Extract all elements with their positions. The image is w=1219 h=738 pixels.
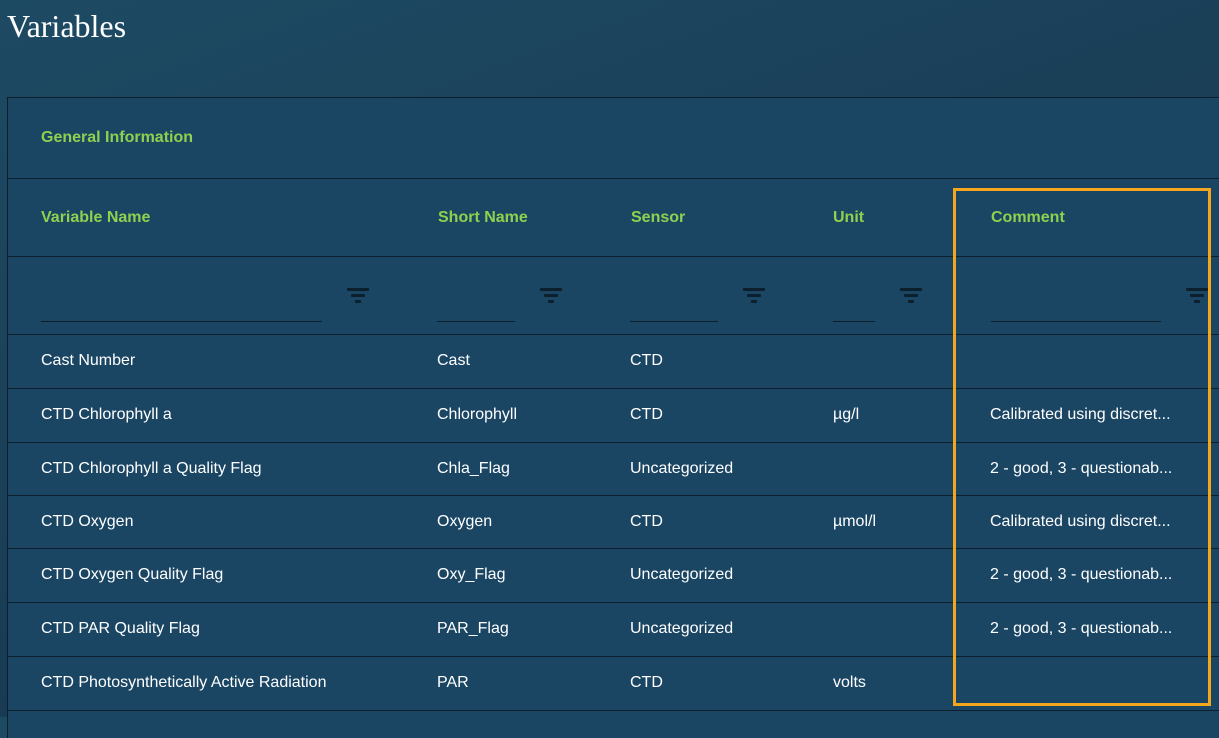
table-row[interactable]: CTD Oxygen Oxygen CTD µmol/l Calibrated … — [8, 496, 1219, 549]
cell-short-name: Oxy_Flag — [437, 566, 506, 583]
cell-variable-name: CTD Oxygen — [41, 513, 134, 530]
page-title: Variables — [7, 8, 127, 44]
cell-comment: 2 - good, 3 - questionab... — [990, 460, 1173, 477]
cell-short-name: Chlorophyll — [437, 406, 518, 423]
variables-table: General Information Variable Name Short … — [7, 97, 1219, 738]
table-row[interactable]: CTD Oxygen Quality Flag Oxy_Flag Uncateg… — [8, 549, 1219, 603]
cell-comment: Calibrated using discret... — [990, 406, 1171, 423]
cell-comment: 2 - good, 3 - questionab... — [990, 566, 1173, 583]
filter-icon[interactable] — [743, 288, 765, 304]
cell-sensor: CTD — [630, 406, 663, 423]
column-header-variable-name[interactable]: Variable Name — [41, 209, 150, 227]
short-name-filter-input[interactable] — [437, 293, 515, 322]
filter-icon[interactable] — [900, 288, 922, 304]
unit-filter-input[interactable] — [833, 293, 875, 322]
table-row[interactable]: CTD PAR Quality Flag PAR_Flag Uncategori… — [8, 603, 1219, 657]
cell-comment: 2 - good, 3 - questionab... — [990, 620, 1173, 637]
column-header-row: Variable Name Short Name Sensor Unit Com… — [8, 179, 1219, 257]
table-row[interactable]: CTD Chlorophyll a Chlorophyll CTD µg/l C… — [8, 389, 1219, 443]
filter-row — [8, 257, 1219, 335]
cell-sensor: CTD — [630, 674, 663, 691]
cell-unit: µg/l — [833, 406, 860, 423]
cell-short-name: Chla_Flag — [437, 460, 510, 477]
cell-unit: volts — [833, 674, 866, 691]
comment-filter-input[interactable] — [991, 293, 1161, 322]
section-header-row: General Information — [8, 98, 1219, 179]
cell-unit: µmol/l — [833, 513, 876, 530]
filter-icon[interactable] — [347, 288, 369, 304]
cell-variable-name: CTD Chlorophyll a Quality Flag — [41, 460, 262, 477]
cell-variable-name: CTD PAR Quality Flag — [41, 620, 200, 637]
cell-sensor: Uncategorized — [630, 620, 734, 637]
section-label: General Information — [41, 129, 194, 146]
column-header-unit[interactable]: Unit — [833, 209, 864, 227]
column-header-short-name[interactable]: Short Name — [438, 209, 528, 227]
cell-sensor: CTD — [630, 352, 663, 369]
cell-sensor: Uncategorized — [630, 566, 734, 583]
cell-short-name: Cast — [437, 352, 470, 369]
filter-icon[interactable] — [540, 288, 562, 304]
table-row[interactable]: CTD Photosynthetically Active Radiation … — [8, 657, 1219, 711]
cell-variable-name: CTD Oxygen Quality Flag — [41, 566, 224, 583]
cell-short-name: Oxygen — [437, 513, 493, 530]
cell-short-name: PAR — [437, 674, 469, 691]
cell-sensor: CTD — [630, 513, 663, 530]
cell-variable-name: Cast Number — [41, 352, 136, 369]
table-row[interactable]: CTD Chlorophyll a Quality Flag Chla_Flag… — [8, 443, 1219, 496]
table-row[interactable]: Cast Number Cast CTD — [8, 335, 1219, 389]
variable-name-filter-input[interactable] — [41, 293, 322, 322]
sensor-filter-input[interactable] — [630, 293, 718, 322]
cell-comment: Calibrated using discret... — [990, 513, 1171, 530]
cell-variable-name: CTD Chlorophyll a — [41, 406, 172, 423]
filter-icon[interactable] — [1186, 288, 1208, 304]
column-header-sensor[interactable]: Sensor — [631, 209, 685, 227]
cell-short-name: PAR_Flag — [437, 620, 509, 637]
cell-sensor: Uncategorized — [630, 460, 734, 477]
column-header-comment[interactable]: Comment — [991, 209, 1065, 227]
cell-variable-name: CTD Photosynthetically Active Radiation — [41, 674, 327, 691]
